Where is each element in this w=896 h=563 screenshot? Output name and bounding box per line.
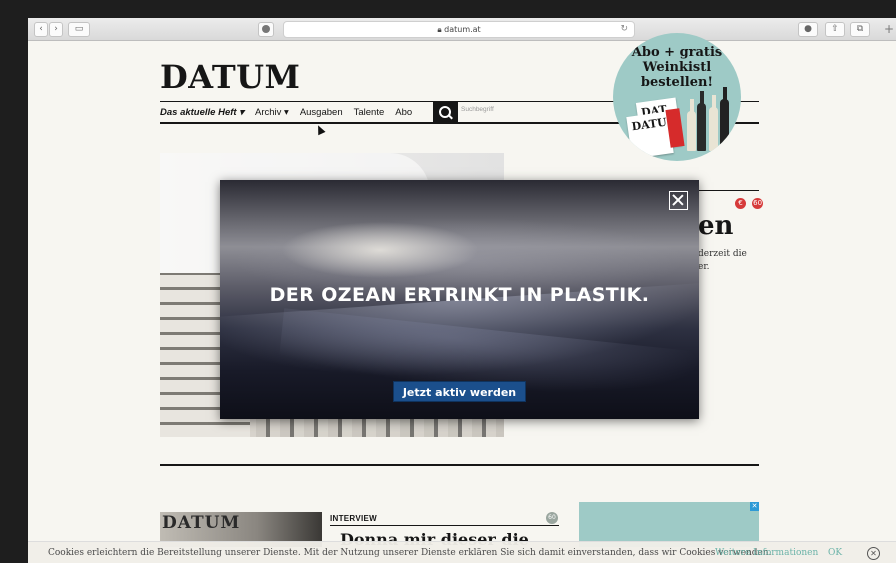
mouse-cursor-icon (314, 123, 326, 136)
search-icon-handle (448, 114, 453, 120)
download-icon[interactable]: ● (798, 22, 818, 37)
promo-line: Weinkistl (642, 60, 712, 75)
share-icon[interactable]: ⇧ (825, 22, 845, 37)
privacy-icon[interactable] (258, 22, 274, 37)
teaser-kicker: INTERVIEW (330, 514, 378, 523)
popup-headline: DER OZEAN ERTRINKT IN PLASTIK. (269, 284, 650, 306)
forward-icon[interactable]: › (49, 22, 63, 37)
cookie-more-link[interactable]: Weitere Informationen (715, 542, 818, 563)
cookie-close-icon[interactable]: ✕ (867, 547, 880, 560)
reload-icon[interactable]: ↻ (620, 22, 628, 37)
wine-bottle-image (709, 95, 718, 151)
promo-line: Abo + gratis (631, 45, 723, 60)
wine-bottle-image (697, 91, 706, 151)
cookie-message: Cookies erleichtern die Bereitstellung u… (48, 548, 772, 558)
sidebar-icon[interactable]: ▭ (68, 22, 90, 37)
main-nav: Das aktuelle Heft ▾ Archiv ▾ Ausgaben Ta… (160, 104, 423, 120)
teaser-image-label: DATUM (162, 513, 241, 533)
popup-ad: DER OZEAN ERTRINKT IN PLASTIK. Jetzt akt… (220, 180, 699, 419)
browser-toolbar: ‹ › ▭ 🔒︎ datum.at ↻ ● ⇧ ⧉ + (28, 18, 896, 41)
nav-item-abo[interactable]: Abo (395, 107, 412, 118)
reading-badge-icon: 60 (546, 512, 558, 524)
wine-bottle-image (720, 87, 729, 149)
article-teaser-line: er. (698, 262, 710, 272)
paywall-badge-icon: € (735, 198, 746, 209)
nav-label: Archiv (254, 106, 282, 118)
cookie-ok-button[interactable]: OK (828, 542, 842, 563)
article-badges: € 60 (734, 190, 764, 209)
get-active-button[interactable]: Jetzt aktiv werden (393, 381, 526, 402)
tabs-icon[interactable]: ⧉ (850, 22, 870, 37)
back-icon[interactable]: ‹ (34, 22, 48, 37)
nav-item-issues[interactable]: Ausgaben (300, 107, 343, 118)
article-teaser-line: derzeit die (698, 249, 747, 259)
address-bar[interactable]: 🔒︎ datum.at ↻ (283, 21, 635, 38)
wine-bottle-image (687, 99, 696, 151)
nav-item-current-issue[interactable]: Das aktuelle Heft ▾ (160, 107, 244, 118)
nav-item-archive[interactable]: Archiv ▾ (255, 107, 289, 118)
promo-text: Abo + gratis Weinkistl bestellen! (613, 45, 741, 90)
teaser-divider (330, 525, 559, 526)
cookie-bar: Cookies erleichtern die Bereitstellung u… (28, 541, 896, 563)
chevron-down-icon: ▾ (239, 106, 244, 118)
new-tab-icon[interactable]: + (882, 22, 896, 36)
nav-label: Das aktuelle Heft (160, 106, 237, 118)
nav-item-talents[interactable]: Talente (354, 107, 385, 118)
close-icon[interactable] (669, 191, 688, 210)
site-logo[interactable]: DATUM (160, 58, 300, 96)
section-divider (160, 464, 759, 466)
chevron-down-icon: ▾ (284, 106, 289, 118)
article-title[interactable]: en (698, 211, 733, 241)
subscription-promo[interactable]: Abo + gratis Weinkistl bestellen! DAT DA… (613, 33, 741, 161)
search-button[interactable] (433, 102, 458, 123)
search-input[interactable]: Suchbegriff (461, 106, 494, 113)
reading-badge-icon: 60 (752, 198, 764, 209)
ad-close-icon[interactable]: ✕ (750, 502, 759, 511)
url-text: datum.at (444, 25, 481, 34)
browser-window: ‹ › ▭ 🔒︎ datum.at ↻ ● ⇧ ⧉ + DATUM Das ak… (28, 18, 896, 563)
lock-icon: 🔒︎ (437, 25, 442, 34)
article-teaser: derzeit die er. (698, 248, 758, 274)
